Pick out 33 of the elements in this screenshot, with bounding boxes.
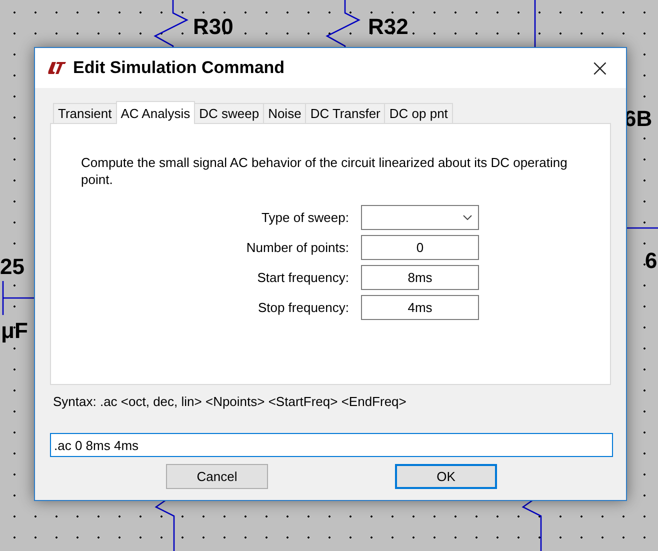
syntax-text: Syntax: .ac <oct, dec, lin> <Npoints> <StartFreq> <EndFreq>	[53, 394, 408, 409]
field-label: Stop frequency:	[256, 300, 349, 315]
resistor-drawing	[326, 0, 360, 48]
dialog-button[interactable]: OK	[395, 464, 497, 489]
window-title: Edit Simulation Command	[73, 58, 286, 78]
close-button[interactable]: ×	[586, 56, 614, 80]
resistor-drawing	[154, 499, 175, 551]
input-field[interactable]: 8ms	[361, 265, 479, 290]
input-field[interactable]: 0	[361, 235, 479, 260]
wire-line	[534, 0, 536, 48]
chevron-icon	[463, 215, 472, 220]
component-label: 25	[0, 254, 24, 280]
description-text: Compute the small signal AC behavior of the circuit linearized about its DC operating point.	[81, 154, 568, 188]
component-label: R32	[368, 14, 408, 40]
component-label: 6	[645, 248, 658, 274]
logo-icon	[47, 60, 67, 76]
field-label: Number of points:	[245, 240, 349, 255]
tab[interactable]: Transient	[53, 103, 117, 123]
component-label: R30	[193, 14, 234, 40]
wire-line	[2, 280, 35, 316]
component-label: μF	[1, 318, 28, 344]
tab[interactable]: DC sweep	[194, 103, 264, 123]
input-field[interactable]: 4ms	[361, 295, 479, 320]
resistor-drawing	[154, 0, 188, 48]
resistor-drawing	[522, 499, 542, 551]
dialog-button[interactable]: Cancel	[166, 464, 268, 489]
tab[interactable]: DC op pnt	[384, 103, 453, 123]
sweep-dropdown[interactable]	[361, 205, 479, 230]
wire-line	[626, 227, 658, 229]
field-label: Start frequency:	[256, 270, 349, 285]
command-field[interactable]: .ac 0 8ms 4ms	[50, 433, 613, 457]
field-label: Type of sweep:	[260, 210, 349, 225]
tab[interactable]: AC Analysis	[116, 101, 196, 124]
